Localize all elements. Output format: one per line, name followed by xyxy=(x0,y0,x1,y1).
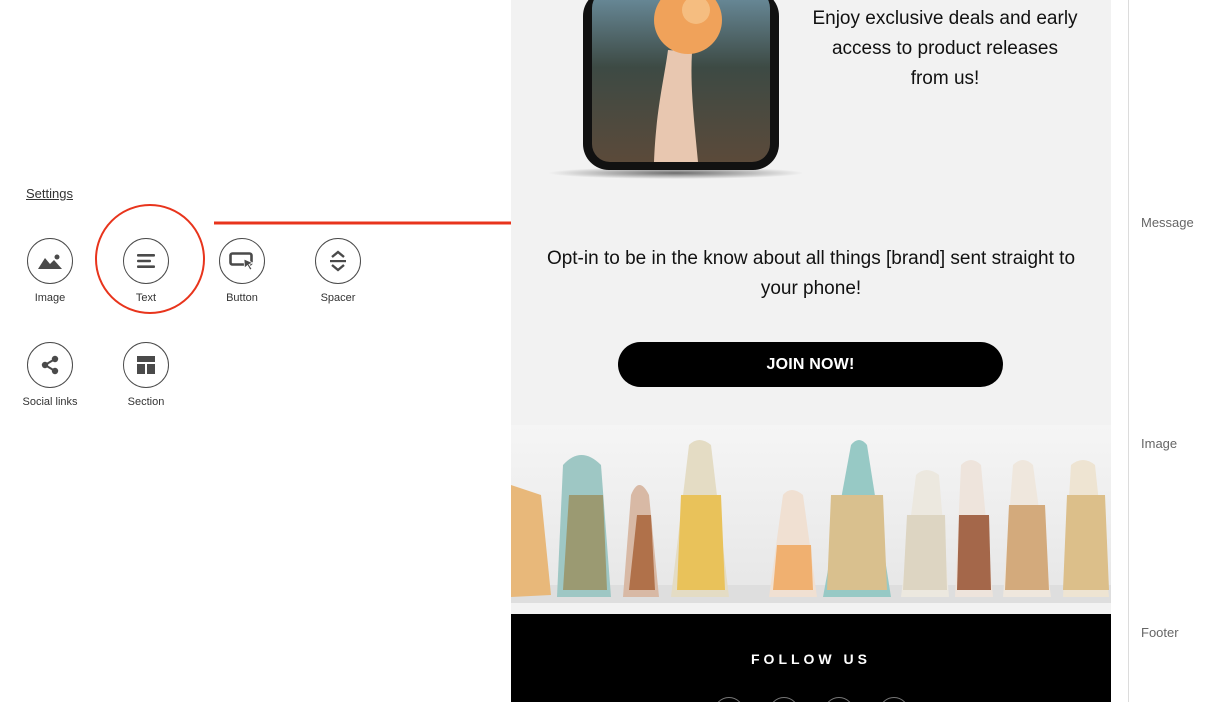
text-block-highlight-circle xyxy=(95,204,205,314)
section-label-footer[interactable]: Footer xyxy=(1141,625,1179,640)
section-icon xyxy=(137,356,155,374)
spacer-block-label: Spacer xyxy=(320,292,356,304)
button-icon xyxy=(229,252,255,271)
image-icon xyxy=(38,254,62,269)
right-panel-divider xyxy=(1128,0,1129,702)
social-links-block-circle[interactable] xyxy=(27,342,73,388)
image-block[interactable]: Image xyxy=(10,238,90,304)
jars-banner-image[interactable] xyxy=(511,425,1111,603)
button-block[interactable]: Button xyxy=(202,238,282,304)
join-now-button[interactable]: JOIN NOW! xyxy=(618,342,1003,387)
hero-message-text[interactable]: Enjoy exclusive deals and early access t… xyxy=(811,4,1079,94)
spacer-block[interactable]: Spacer xyxy=(298,238,378,304)
spacer-icon xyxy=(330,250,346,272)
social-links-block-label: Social links xyxy=(22,396,78,408)
button-block-circle[interactable] xyxy=(219,238,265,284)
section-block[interactable]: Section xyxy=(106,342,186,408)
phone-hero-image[interactable] xyxy=(548,0,802,186)
social-links-block[interactable]: Social links xyxy=(10,342,90,408)
spacer-block-circle[interactable] xyxy=(315,238,361,284)
settings-link[interactable]: Settings xyxy=(26,186,73,201)
section-block-label: Section xyxy=(127,396,165,408)
section-label-message[interactable]: Message xyxy=(1141,215,1194,230)
follow-us-heading: FOLLOW US xyxy=(751,651,871,667)
drag-arrow-icon xyxy=(214,214,543,232)
image-block-label: Image xyxy=(34,292,66,304)
section-label-image[interactable]: Image xyxy=(1141,436,1177,451)
optin-message-text[interactable]: Opt-in to be in the know about all thing… xyxy=(535,244,1087,304)
share-icon xyxy=(41,355,59,375)
button-block-label: Button xyxy=(226,292,258,304)
email-canvas: Enjoy exclusive deals and early access t… xyxy=(511,0,1111,702)
image-block-circle[interactable] xyxy=(27,238,73,284)
section-block-circle[interactable] xyxy=(123,342,169,388)
